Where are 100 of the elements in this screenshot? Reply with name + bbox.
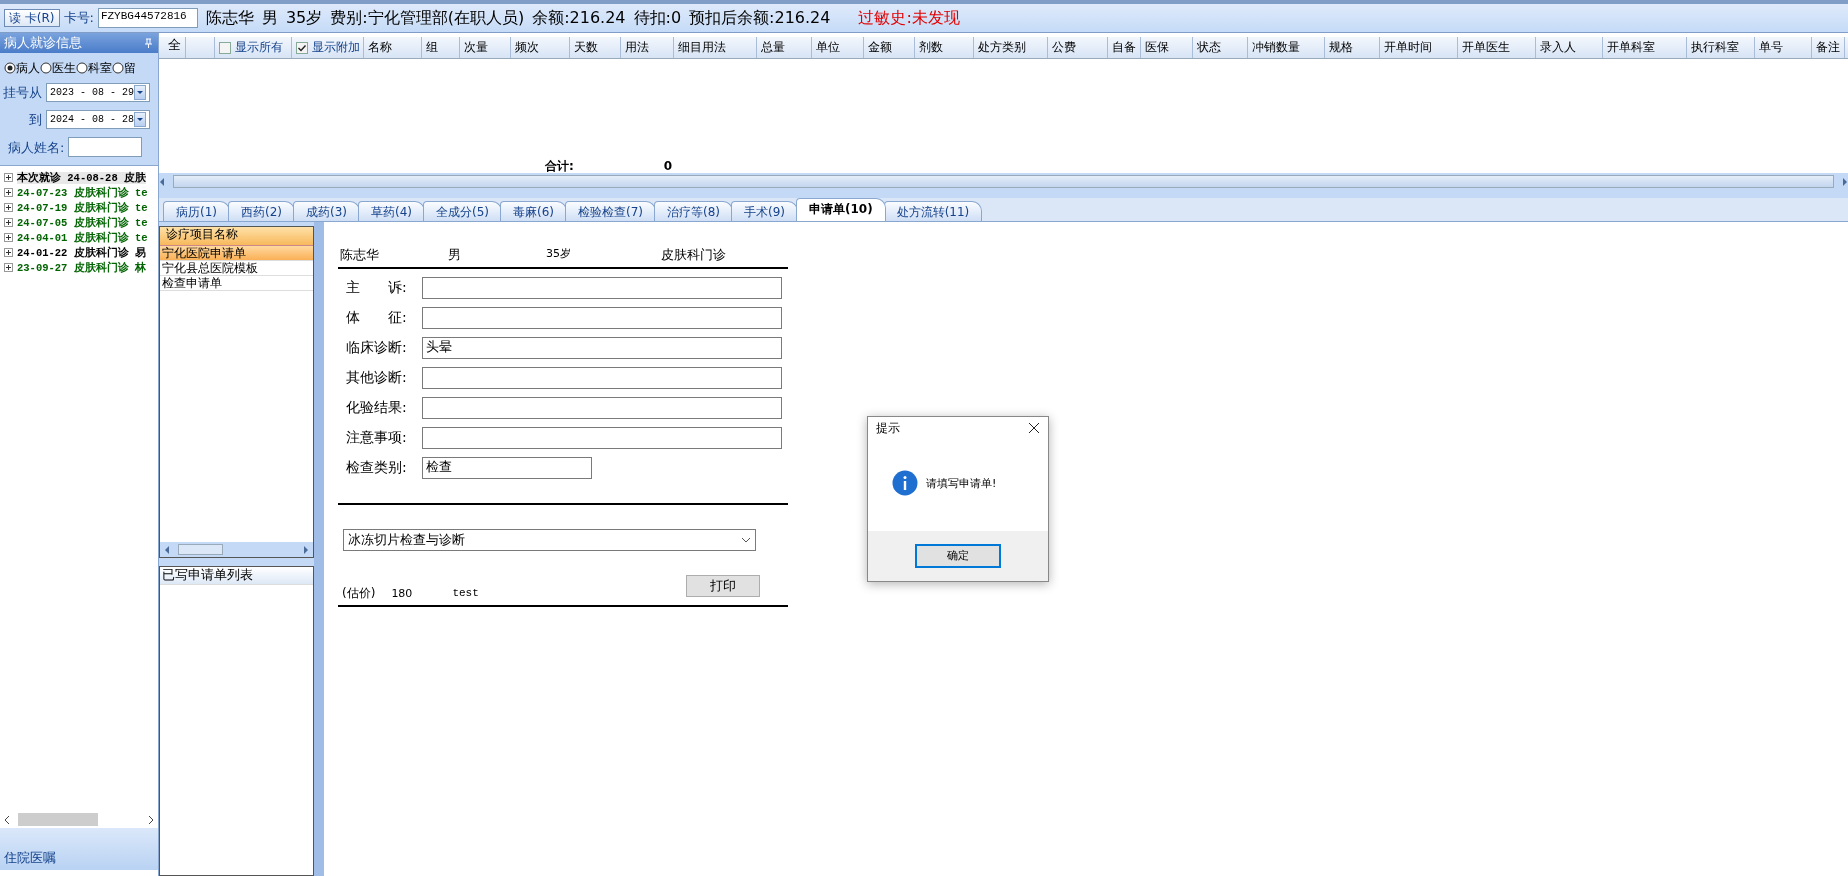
field-label: 检查类别: (346, 459, 408, 476)
column-header: 天数 (570, 37, 621, 58)
template-item[interactable]: 宁化医院申请单 (160, 246, 313, 261)
patient-info-text: 费别:宁化管理部(在职人员) (330, 8, 525, 28)
column-header: 规格 (1325, 37, 1380, 58)
allergy-text: 过敏史:未发现 (858, 8, 960, 28)
tab[interactable]: 处方流转(11) (883, 200, 983, 221)
patient-text: 男 (448, 247, 462, 263)
dropdown-icon (136, 90, 144, 96)
input-field[interactable]: 头晕 (422, 336, 782, 359)
tab[interactable]: 申请单(10) (796, 198, 886, 221)
radio-icon (112, 62, 124, 75)
dialog-message: 请填写申请单! (926, 476, 997, 490)
tab[interactable]: 成药(3) (293, 200, 360, 221)
name-field[interactable] (68, 137, 143, 158)
visit-item[interactable]: 24-01-22 皮肤科门诊 易 (17, 246, 146, 260)
expand-icon (4, 218, 13, 228)
dialog-title: 提示 (876, 421, 900, 436)
name-label: 病人姓名: (8, 139, 65, 156)
column-header: 冲销数量 (1248, 37, 1325, 58)
visit-item[interactable]: 24-07-05 皮肤科门诊 te (17, 216, 148, 230)
column-header: 开单时间 (1380, 37, 1458, 58)
column-header: 金额 (864, 37, 915, 58)
tab[interactable]: 治疗等(8) (654, 200, 733, 221)
panel-title: 病人就诊信息 (4, 35, 82, 51)
patient-info-text: 35岁 (285, 8, 323, 28)
info-icon (892, 470, 918, 497)
input-field[interactable] (422, 366, 782, 389)
expand-icon (4, 203, 13, 213)
checkbox-option[interactable]: 显示所有 (215, 37, 292, 58)
column-header: 开单科室 (1603, 37, 1687, 58)
print-button[interactable]: 打印 (686, 574, 760, 597)
expand-icon (4, 263, 13, 273)
visit-item[interactable]: 本次就诊 24-08-28 皮肤 (17, 171, 146, 185)
exam-select[interactable]: 冰冻切片检查与诊断 (343, 528, 756, 551)
column-header: 公费 (1048, 37, 1108, 58)
column-header: 执行科室 (1687, 37, 1755, 58)
expand-icon (4, 233, 13, 243)
template-item[interactable]: 检查申请单 (160, 276, 313, 291)
column-header: 用法 (621, 37, 674, 58)
radio-option[interactable]: 病人 (4, 61, 40, 76)
radio-icon (40, 62, 52, 75)
tab[interactable]: 西药(2) (228, 200, 295, 221)
tab[interactable]: 草药(4) (358, 200, 425, 221)
column-header: 名称 (364, 37, 422, 58)
date-field[interactable]: 2024 - 08 - 28 (46, 110, 150, 130)
template-item[interactable]: 宁化县总医院模板 (160, 261, 313, 276)
scroll-right-icon (148, 814, 154, 825)
ok-button[interactable]: 确定 (915, 544, 1001, 568)
scrollbar-thumb[interactable] (178, 544, 223, 555)
field-label: 主 诉: (346, 279, 408, 296)
tab[interactable]: 全成分(5) (423, 200, 502, 221)
visit-item[interactable]: 24-04-01 皮肤科门诊 te (17, 231, 148, 245)
checkbox-option[interactable]: 显示附加 (292, 37, 364, 58)
scrollbar-thumb[interactable] (173, 175, 1834, 188)
input-field[interactable] (422, 426, 782, 449)
read-card-button[interactable]: 读 卡(R) (4, 8, 60, 28)
scrollbar-thumb[interactable] (18, 813, 98, 826)
card-label: 卡号: (63, 10, 94, 26)
checkbox-icon (296, 41, 308, 54)
visit-item[interactable]: 23-09-27 皮肤科门诊 林 (17, 261, 146, 275)
date-field[interactable]: 2023 - 08 - 29 (46, 83, 150, 103)
field-label: 化验结果: (346, 399, 408, 416)
card-number-field[interactable]: FZYBG44572816 (97, 8, 198, 28)
column-header: 频次 (511, 37, 570, 58)
column-header: 单位 (812, 37, 864, 58)
field-label: 临床诊断: (346, 339, 408, 356)
visit-item[interactable]: 24-07-19 皮肤科门诊 te (17, 201, 148, 215)
expand-icon (4, 248, 13, 258)
visit-item[interactable]: 24-07-23 皮肤科门诊 te (17, 186, 148, 200)
column-header: 备注 (1812, 37, 1845, 58)
patient-info-text: 男 (261, 8, 278, 28)
field-label: 其他诊断: (346, 369, 408, 386)
column-header: 次量 (460, 37, 511, 58)
patient-text: 陈志华 (339, 247, 380, 263)
patient-info-text: 陈志华 (205, 8, 254, 28)
scroll-right-icon (1842, 176, 1848, 187)
input-field[interactable] (422, 396, 782, 419)
field-label: 注意事项: (346, 429, 408, 446)
expand-icon (4, 188, 13, 198)
radio-option[interactable]: 留 (112, 61, 136, 76)
patient-info-text: 余额:216.24 (532, 8, 626, 28)
column-header: 组 (422, 37, 460, 58)
input-field[interactable]: 检查 (422, 456, 592, 479)
close-icon (1028, 422, 1040, 435)
radio-option[interactable]: 科室 (76, 61, 112, 76)
tab[interactable]: 病历(1) (163, 200, 230, 221)
tab[interactable]: 手术(9) (731, 200, 798, 221)
list-header: 诊疗项目名称 (160, 227, 313, 246)
checkbox-icon (219, 41, 231, 54)
price-text: 180 (391, 587, 413, 601)
radio-option[interactable]: 医生 (40, 61, 76, 76)
patient-info-text: 待扣:0 (633, 8, 682, 28)
tab[interactable]: 检验检查(7) (565, 200, 656, 221)
input-field[interactable] (422, 276, 782, 299)
tab[interactable]: 毒麻(6) (500, 200, 567, 221)
input-field[interactable] (422, 306, 782, 329)
price-label: (估价) (342, 586, 376, 601)
radio-icon (76, 62, 88, 75)
column-header: 细目用法 (674, 37, 757, 58)
